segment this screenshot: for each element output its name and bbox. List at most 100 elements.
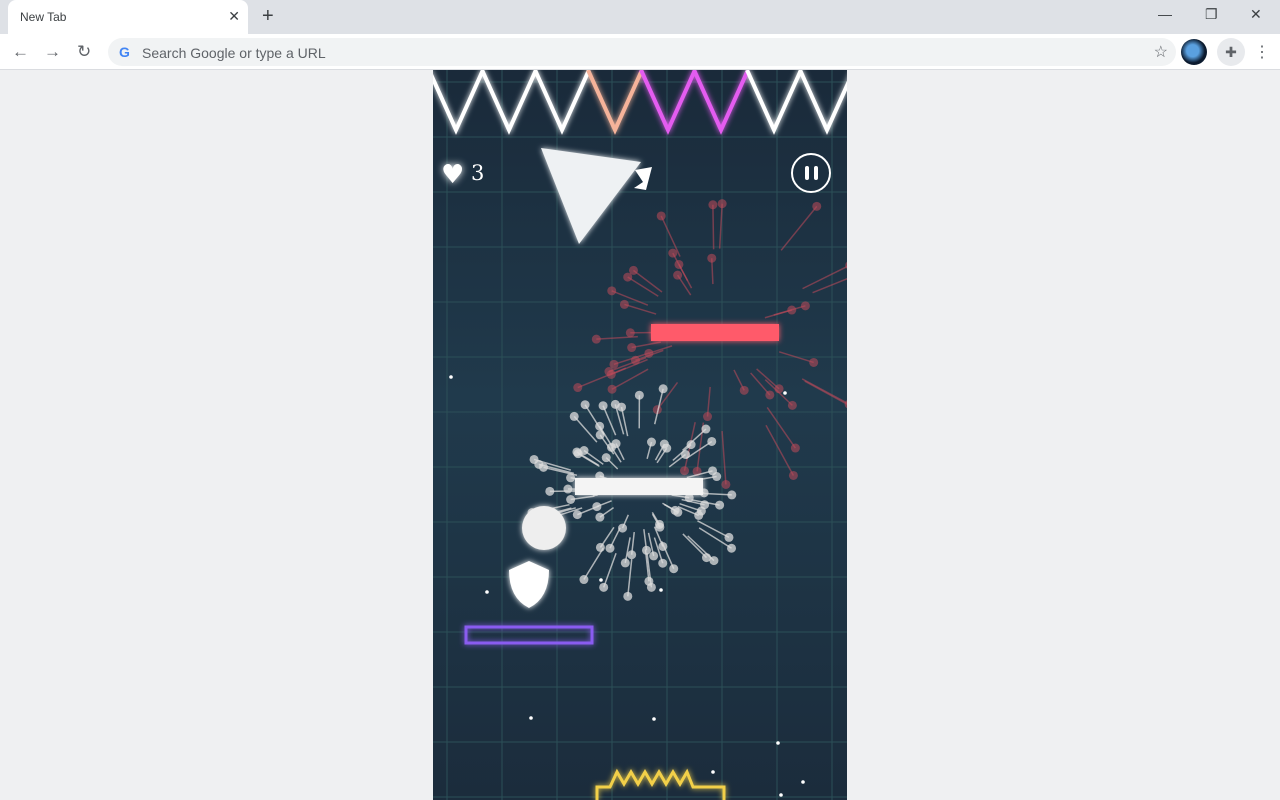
star-dot (776, 741, 780, 745)
star-dot (659, 588, 663, 592)
extensions-icon[interactable]: ✚ (1217, 38, 1245, 66)
particle (609, 359, 619, 369)
particle (579, 575, 589, 585)
particle (765, 390, 775, 400)
particle (658, 384, 668, 394)
particle (628, 265, 638, 275)
star-dot (711, 770, 715, 774)
new-tab-button[interactable]: + (262, 5, 274, 28)
particle (721, 479, 731, 489)
particle (619, 299, 629, 309)
particle (607, 384, 617, 394)
heart-icon: ♥ (441, 160, 465, 190)
particle-trail (577, 367, 627, 389)
particle (739, 385, 749, 395)
menu-icon[interactable]: ⋮ (1254, 42, 1270, 62)
particle (625, 328, 635, 338)
spike (798, 70, 847, 135)
back-icon[interactable]: ← (12, 42, 29, 62)
particle (673, 507, 683, 517)
spike (533, 70, 591, 135)
star-dot (529, 716, 533, 720)
google-icon: G (119, 44, 130, 60)
tab-title: New Tab (20, 10, 67, 24)
tab-new-tab[interactable]: New Tab ✕ (8, 0, 248, 34)
forward-icon[interactable]: → (44, 42, 61, 62)
bookmark-star-icon[interactable]: ☆ (1154, 42, 1168, 62)
particle (592, 502, 602, 512)
particle-trail (804, 380, 847, 406)
purple-platform (464, 625, 594, 645)
star-dot (652, 717, 656, 721)
particle (599, 582, 609, 592)
spike (586, 70, 644, 135)
particle (659, 439, 669, 449)
particle-trail (712, 204, 715, 250)
particle (669, 564, 679, 574)
toolbar: ← → ↻ G Search Google or type a URL ☆ ✚ … (0, 34, 1280, 70)
particle (649, 551, 659, 561)
particle (644, 576, 654, 586)
star-dot (779, 793, 783, 797)
particles (449, 199, 847, 797)
particle (654, 519, 664, 529)
profile-avatar[interactable] (1181, 39, 1207, 65)
spike (433, 70, 485, 135)
particle (680, 466, 690, 476)
particle (566, 495, 576, 505)
star-dot (485, 590, 489, 594)
particle (809, 357, 819, 367)
white-platform (575, 478, 703, 495)
particle (611, 439, 621, 449)
minimize-icon[interactable]: — (1158, 6, 1172, 22)
particle-trail (627, 276, 659, 297)
star-dot (449, 375, 453, 379)
particle (595, 542, 605, 552)
spike (745, 70, 803, 135)
particle (788, 470, 798, 480)
particle (617, 402, 627, 412)
shield-icon (509, 561, 549, 608)
omnibox[interactable]: G Search Google or type a URL ☆ (108, 38, 1176, 66)
close-window-icon[interactable]: ✕ (1250, 6, 1262, 23)
particle (709, 556, 719, 566)
pause-button[interactable] (791, 153, 831, 193)
yellow-spring-pad (595, 768, 726, 800)
particle (727, 490, 737, 500)
particle (598, 401, 608, 411)
particle (715, 500, 725, 510)
particle-trail (766, 406, 796, 449)
particle (708, 466, 718, 476)
triangle-fragment (634, 167, 652, 190)
particle (673, 270, 683, 280)
close-tab-icon[interactable]: ✕ (228, 8, 240, 25)
particle-trail (573, 415, 598, 443)
particle-trail (802, 265, 847, 290)
particle (707, 436, 717, 446)
particle (595, 421, 605, 431)
particle (812, 201, 822, 211)
particle (601, 453, 611, 463)
particle (717, 199, 727, 209)
particle (658, 558, 668, 568)
particle (707, 253, 717, 263)
restore-icon[interactable]: ❐ (1205, 6, 1218, 23)
tab-strip: New Tab ✕ + — ❐ ✕ (0, 0, 1280, 34)
reload-icon[interactable]: ↻ (77, 42, 91, 62)
particle (529, 454, 539, 464)
particle (700, 500, 710, 510)
star-dot (599, 578, 603, 582)
particle (580, 400, 590, 410)
omnibox-input[interactable]: Search Google or type a URL (142, 45, 326, 61)
particle-trail (633, 269, 663, 293)
particle (573, 383, 583, 393)
particle (563, 484, 573, 494)
lives-counter: ♥ 3 (441, 160, 484, 190)
particle (656, 211, 666, 221)
star-dot (801, 780, 805, 784)
particle (646, 437, 656, 447)
particle (569, 411, 579, 421)
particle (618, 523, 628, 533)
game-canvas[interactable]: ♥ 3 (433, 70, 847, 800)
particle (620, 558, 630, 568)
